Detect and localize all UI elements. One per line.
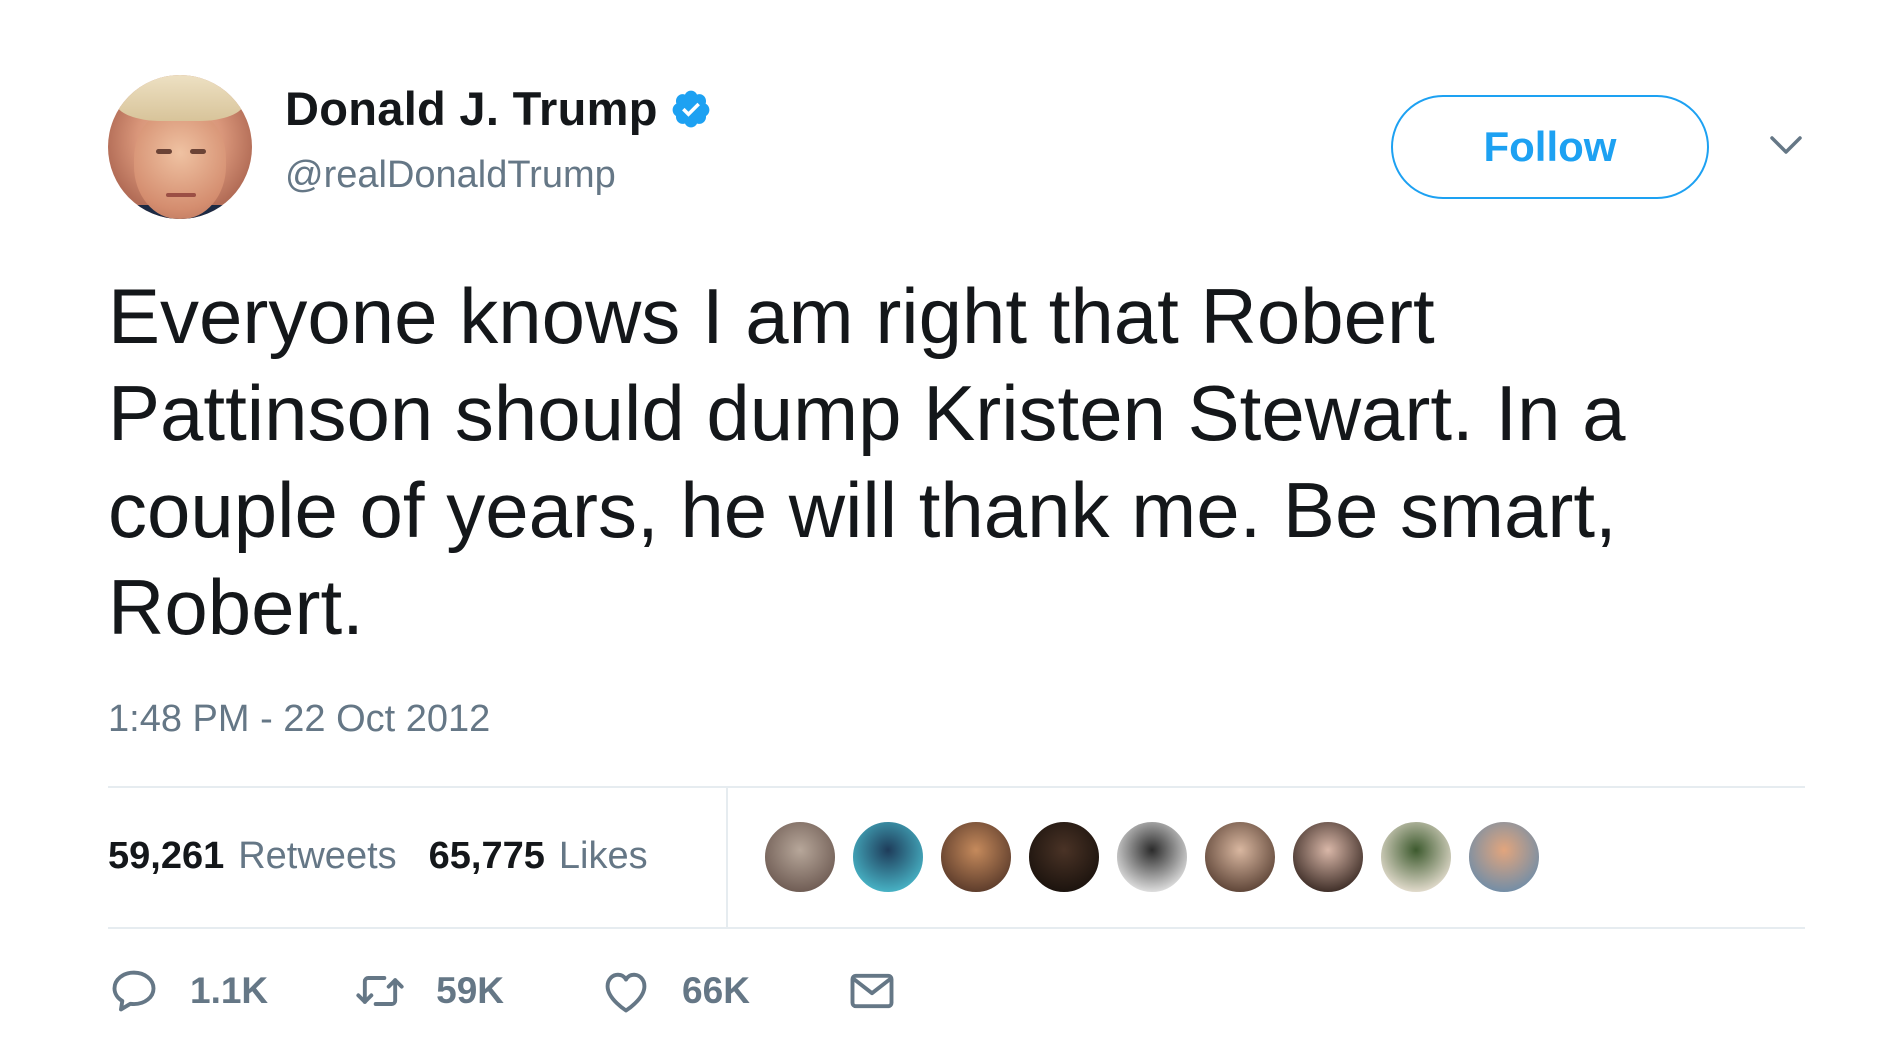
retweet-count: 59K bbox=[436, 970, 505, 1011]
liker-avatar[interactable] bbox=[1203, 820, 1277, 894]
envelope-icon bbox=[850, 973, 894, 1009]
direct-message-button[interactable] bbox=[846, 965, 898, 1017]
likes-count[interactable]: 65,775 bbox=[429, 832, 545, 880]
reply-count: 1.1K bbox=[190, 970, 269, 1011]
liker-avatar[interactable] bbox=[1027, 820, 1101, 894]
display-name[interactable]: Donald J. Trump bbox=[285, 82, 658, 136]
retweet-icon bbox=[356, 976, 404, 1006]
tweet-card: Donald J. Trump @realDonaldTrump Follow … bbox=[0, 0, 1900, 1051]
like-button[interactable]: 66K bbox=[600, 965, 750, 1017]
tweet-actions: 1.1K 59K 66K bbox=[108, 965, 898, 1017]
reply-icon bbox=[112, 970, 156, 1012]
follow-button[interactable]: Follow bbox=[1391, 95, 1709, 199]
author-name-row: Donald J. Trump bbox=[285, 82, 712, 136]
likes-label[interactable]: Likes bbox=[559, 832, 648, 880]
chevron-down-icon[interactable] bbox=[1766, 130, 1806, 160]
heart-icon bbox=[605, 972, 647, 1013]
like-count: 66K bbox=[682, 970, 750, 1011]
tweet-text: Everyone knows I am right that Robert Pa… bbox=[108, 272, 1626, 651]
retweets-label[interactable]: Retweets bbox=[238, 832, 396, 880]
divider bbox=[108, 927, 1805, 929]
liker-avatar[interactable] bbox=[1379, 820, 1453, 894]
stats-divider bbox=[726, 788, 728, 927]
liker-avatar[interactable] bbox=[851, 820, 925, 894]
reply-button[interactable]: 1.1K bbox=[108, 965, 268, 1017]
liker-avatar[interactable] bbox=[1467, 820, 1541, 894]
liker-avatars bbox=[763, 820, 1555, 894]
avatar[interactable] bbox=[108, 75, 252, 219]
liker-avatar[interactable] bbox=[763, 820, 837, 894]
verified-badge-icon bbox=[672, 90, 710, 128]
divider bbox=[108, 786, 1805, 788]
tweet-timestamp[interactable]: 1:48 PM - 22 Oct 2012 bbox=[108, 695, 490, 743]
user-handle[interactable]: @realDonaldTrump bbox=[285, 153, 616, 197]
retweets-count[interactable]: 59,261 bbox=[108, 832, 224, 880]
liker-avatar[interactable] bbox=[939, 820, 1013, 894]
retweet-button[interactable]: 59K bbox=[354, 965, 504, 1017]
liker-avatar[interactable] bbox=[1291, 820, 1365, 894]
tweet-stats: 59,261 Retweets 65,775 Likes bbox=[108, 832, 648, 880]
liker-avatar[interactable] bbox=[1115, 820, 1189, 894]
